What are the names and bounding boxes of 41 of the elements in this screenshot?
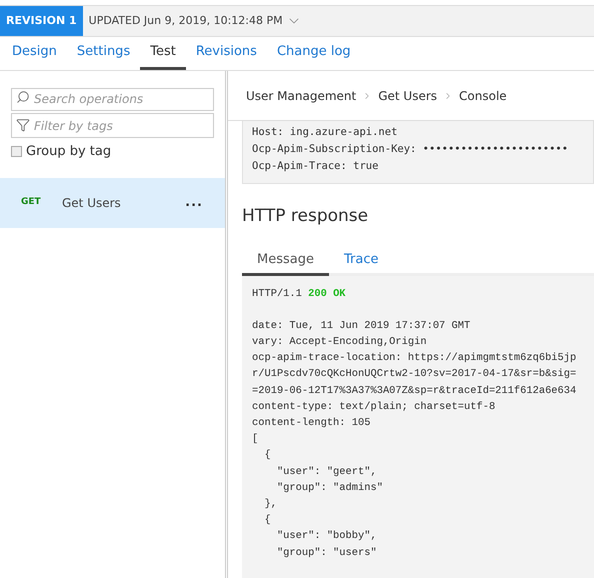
breadcrumb-item[interactable]: Console xyxy=(459,86,507,104)
header-line: Host: ing.azure-api.net xyxy=(252,125,398,140)
header-line: Ocp-Apim-Subscription-Key: ••••••••••••••••••••••• xyxy=(252,142,570,157)
response-line: =2019-06-12T17%3A37%3A07Z&sp=r&traceId=211f612a6e634 xyxy=(252,384,578,399)
revision-badge: REVISION 1 xyxy=(0,6,83,36)
more-menu[interactable]: ... xyxy=(185,192,203,212)
response-line: "user": "bobby", xyxy=(276,529,378,544)
breadcrumb-item[interactable]: User Management xyxy=(246,86,356,104)
filter-field[interactable]: Filter by tags xyxy=(11,113,214,138)
tab[interactable]: Settings xyxy=(66,37,140,70)
header-line: Ocp-Apim-Trace: true xyxy=(252,159,380,174)
response-line: content-type: text/plain; charset=utf-8 xyxy=(252,400,496,415)
status-line: HTTP/1.1 200 OK xyxy=(252,286,347,302)
response-line: [ xyxy=(252,432,260,448)
tab[interactable]: Change log xyxy=(266,37,361,70)
response-line: "group": "admins" xyxy=(276,480,384,496)
response-line: }, xyxy=(263,496,278,512)
operation-name: Get Users xyxy=(62,194,122,212)
tab[interactable]: Design xyxy=(2,37,67,70)
response-line: { xyxy=(263,448,272,464)
checkbox[interactable] xyxy=(11,146,22,158)
response-line: r/U1Pscdv70cQKcHonUQCrtw2-10?sv=2017-04-17&sr=b&sig= xyxy=(252,367,578,382)
response-line: content-length: 105 xyxy=(252,416,372,431)
operation-item[interactable]: GET Get Users ... xyxy=(0,178,225,228)
search-icon xyxy=(16,90,30,104)
response-line: { xyxy=(263,513,272,528)
response-line: date: Tue, 11 Jun 2019 17:37:07 GMT xyxy=(252,318,472,334)
section-title: HTTP response xyxy=(242,205,370,228)
updated-text: UPDATED Jun 9, 2019, 10:12:48 PM xyxy=(88,12,283,29)
method-label: GET xyxy=(21,196,42,209)
checkbox-label: Group by tag xyxy=(26,143,112,161)
response-line: vary: Accept-Encoding,Origin xyxy=(252,334,428,350)
response-line: ocp-apim-trace-location: https://apimgmtstm6zq6bi5jp xyxy=(252,351,578,366)
search-field[interactable]: Search operations xyxy=(11,88,214,110)
tab[interactable]: Revisions xyxy=(186,37,267,70)
breadcrumb-item[interactable]: Get Users xyxy=(378,86,438,104)
response-line: "user": "geert", xyxy=(276,464,378,480)
response-line: "group": "users" xyxy=(276,546,378,561)
tab[interactable]: Trace xyxy=(328,248,394,276)
filter-icon xyxy=(16,118,30,132)
tab[interactable]: Test xyxy=(140,37,186,70)
